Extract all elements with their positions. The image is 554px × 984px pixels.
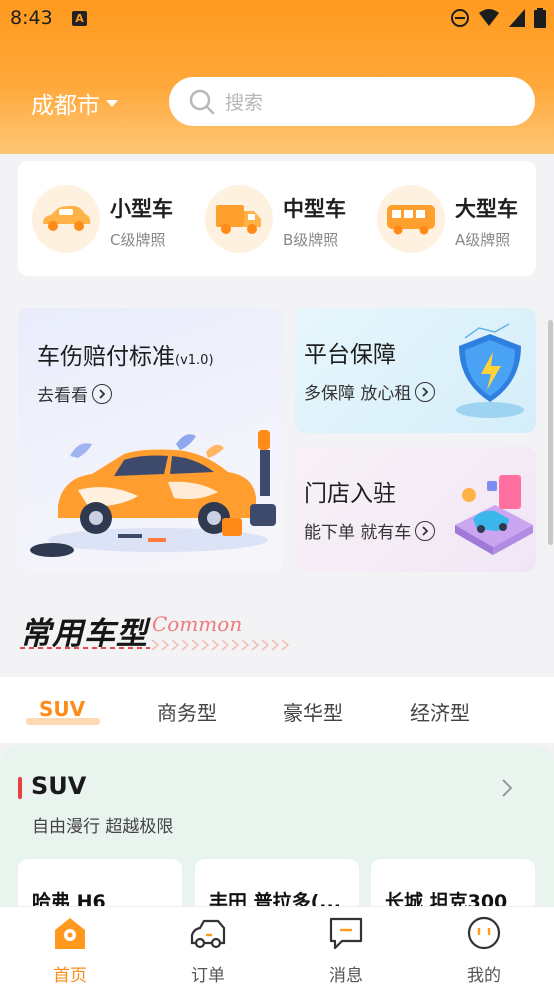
do-not-disturb-icon (451, 9, 469, 27)
battery-icon (534, 8, 546, 28)
banner-link[interactable]: 能下单 就有车 (304, 518, 436, 543)
home-icon (55, 918, 85, 949)
banner-link-label: 能下单 就有车 (304, 523, 412, 543)
profile-icon (467, 916, 501, 950)
scrollbar[interactable] (548, 320, 553, 545)
store-join-banner[interactable]: 门店入驻 能下单 就有车 (295, 447, 536, 572)
truck-icon (205, 185, 273, 253)
small-car-icon (32, 185, 100, 253)
tab-luxury[interactable]: 豪华型 (283, 697, 343, 726)
wifi-icon (479, 9, 499, 26)
category-subtitle: B级牌照 (283, 231, 339, 249)
banner-link-label: 去看看 (37, 386, 88, 406)
category-subtitle: C级牌照 (110, 231, 166, 249)
banner-title: 门店入驻 (304, 481, 396, 507)
vehicle-category-card: 小型车 C级牌照 中型车 B级牌照 大型车 A级牌照 (18, 161, 536, 276)
category-large-car[interactable]: 大型车 A级牌照 (377, 185, 537, 253)
suv-title: SUV (31, 772, 87, 800)
chevron-right-icon[interactable] (500, 778, 514, 798)
category-title: 大型车 (455, 197, 518, 221)
active-tab-indicator (26, 718, 100, 725)
banner-title: 车伤赔付标准(v1.0) (37, 344, 214, 370)
section-heading: 常用车型 Common (20, 608, 290, 656)
nav-label: 我的 (467, 966, 501, 984)
shield-icon (456, 323, 524, 418)
search-icon (189, 89, 215, 114)
message-icon (329, 917, 363, 950)
bottom-nav: 首页 订单 消息 我的 (0, 906, 554, 984)
nav-messages[interactable]: 消息 (306, 913, 386, 984)
category-title: 中型车 (283, 197, 346, 221)
signal-icon (509, 9, 525, 27)
status-bar: 8:43 A (0, 0, 554, 36)
city-selector[interactable]: 成都市 (31, 86, 118, 120)
nav-label: 首页 (53, 966, 87, 984)
banner-title: 平台保障 (304, 342, 396, 368)
search-placeholder: 搜索 (225, 92, 264, 114)
phone-car-illustration (455, 475, 533, 555)
car-order-icon (190, 919, 226, 949)
platform-guarantee-banner[interactable]: 平台保障 多保障 放心租 (295, 308, 536, 433)
status-time: 8:43 (10, 7, 53, 29)
city-label: 成都市 (31, 93, 100, 119)
status-icons (450, 8, 546, 28)
search-bar[interactable]: 搜索 (169, 77, 535, 126)
damage-compensation-banner[interactable]: 车伤赔付标准(v1.0) 去看看 (18, 308, 283, 572)
decorative-stripes-icon (20, 639, 290, 651)
banner-link[interactable]: 去看看 (37, 381, 112, 406)
category-small-car[interactable]: 小型车 C级牌照 (32, 185, 192, 253)
chevron-right-circle-icon (415, 520, 436, 541)
car-repair-illustration (30, 430, 276, 557)
banner-version: (v1.0) (175, 353, 214, 368)
nav-home[interactable]: 首页 (30, 913, 110, 984)
nav-orders[interactable]: 订单 (168, 913, 248, 984)
suv-subtitle: 自由漫行 超越极限 (32, 817, 174, 837)
notification-badge-icon: A (72, 11, 87, 26)
section-accent-bar (18, 777, 22, 799)
nav-profile[interactable]: 我的 (444, 913, 524, 984)
section-subtitle: Common (152, 612, 243, 636)
category-subtitle: A级牌照 (455, 231, 511, 249)
tab-economy[interactable]: 经济型 (410, 697, 470, 726)
chevron-right-circle-icon (92, 383, 112, 404)
tab-business[interactable]: 商务型 (157, 697, 217, 726)
category-title: 小型车 (110, 197, 173, 221)
caret-down-icon (106, 99, 118, 107)
banner-link-label: 多保障 放心租 (304, 384, 412, 404)
nav-label: 消息 (329, 966, 363, 984)
bus-icon (377, 185, 445, 253)
category-medium-car[interactable]: 中型车 B级牌照 (205, 185, 365, 253)
banner-link[interactable]: 多保障 放心租 (304, 379, 436, 404)
vehicle-type-tabs: SUV 商务型 豪华型 经济型 (0, 677, 554, 743)
nav-label: 订单 (191, 966, 225, 984)
chevron-right-circle-icon (415, 381, 436, 402)
